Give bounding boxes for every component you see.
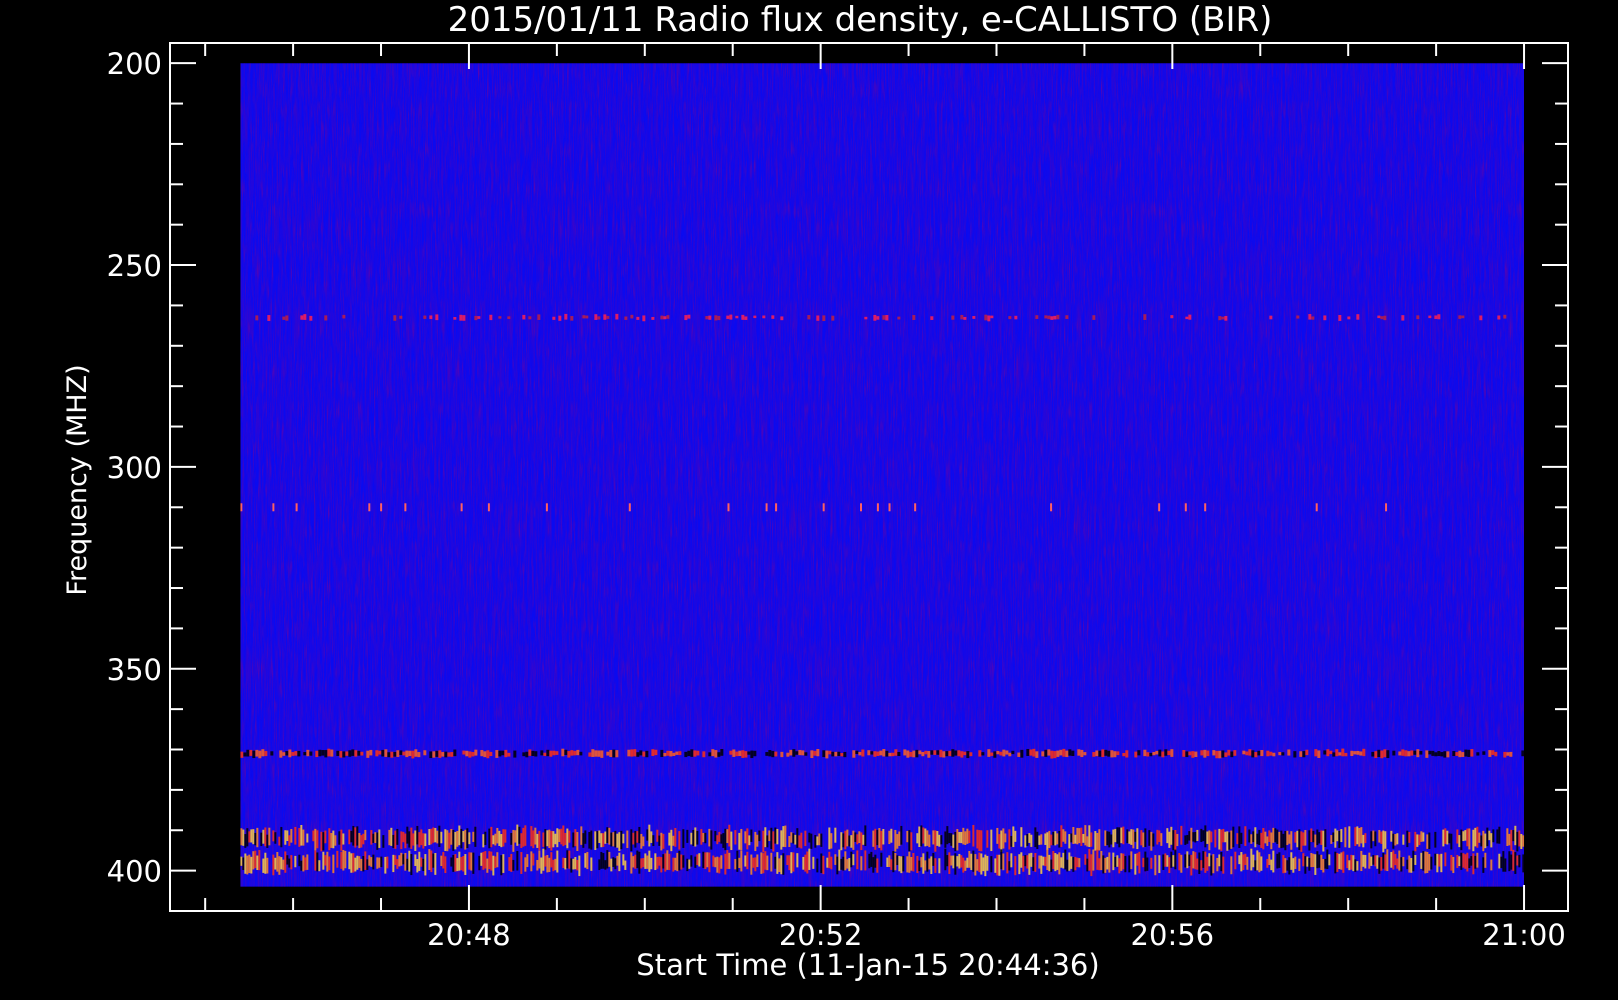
x-axis-label: Start Time (11-Jan-15 20:44:36)	[636, 948, 1099, 982]
spectrogram-chart: 2015/01/11 Radio flux density, e-CALLIST…	[0, 0, 1618, 1000]
y-tick-label-1: 250	[107, 249, 162, 283]
x-tick-label-0: 20:48	[427, 918, 511, 952]
y-tick-label-4: 400	[107, 855, 162, 889]
chart-title: 2015/01/11 Radio flux density, e-CALLIST…	[448, 0, 1273, 40]
x-tick-label-2: 20:56	[1131, 918, 1215, 952]
y-tick-label-2: 300	[107, 451, 162, 485]
x-tick-label-3: 21:00	[1482, 918, 1566, 952]
spectrogram-image	[240, 63, 1525, 887]
y-axis-label: Frequency (MHZ)	[62, 364, 93, 595]
y-tick-label-0: 200	[107, 47, 162, 81]
x-tick-label-1: 20:52	[779, 918, 863, 952]
spectrogram-noise-red	[240, 63, 1525, 887]
y-tick-label-3: 350	[107, 653, 162, 687]
